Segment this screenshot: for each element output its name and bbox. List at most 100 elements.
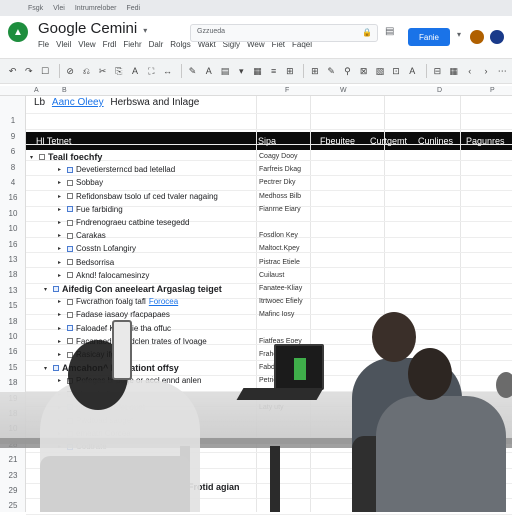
table-row[interactable]: ▾ Teall foechfy (30, 152, 102, 162)
toolbar-icon[interactable]: ⎘ (112, 66, 125, 77)
stage-cell[interactable]: Medhoss Bilb (259, 193, 301, 200)
task-checkbox[interactable] (67, 166, 73, 173)
task-checkbox[interactable] (67, 457, 73, 464)
toolbar-icon[interactable]: A (128, 66, 141, 76)
task-checkbox[interactable] (67, 417, 73, 424)
title-link[interactable]: Aanc Oleey (52, 97, 104, 108)
chevron-right-icon[interactable]: ▸ (58, 298, 64, 305)
row-number[interactable]: 10 (0, 209, 26, 218)
table-row[interactable]: ▸ emeatn Corcea (58, 429, 131, 438)
task-checkbox[interactable] (67, 404, 73, 411)
chevron-right-icon[interactable]: ▸ (58, 206, 64, 213)
chevron-right-icon[interactable]: ▸ (58, 272, 64, 279)
table-row[interactable]: ▸ Cisitsdens Fliory (58, 456, 135, 465)
chevron-right-icon[interactable]: ▸ (58, 325, 64, 332)
table-row[interactable]: ▸ Pofegas bl poge or accl ennd anlen (58, 376, 201, 385)
task-checkbox[interactable] (67, 443, 73, 450)
toolbar-icon[interactable]: ⊟ (431, 66, 444, 77)
table-row[interactable]: ▸ Fadase iasaoy rfacpapaes (58, 310, 170, 319)
row-number[interactable]: 18 (0, 270, 26, 279)
menu-item[interactable]: Vleil (56, 40, 71, 49)
toolbar-icon[interactable]: ⊠ (357, 66, 370, 77)
toolbar-icon[interactable]: ▤ (218, 66, 231, 77)
stage-cell[interactable]: Pectrer Dky (259, 179, 296, 186)
chevron-right-icon[interactable]: ▸ (58, 245, 64, 252)
table-row[interactable]: ▸ Sobbay (58, 178, 103, 187)
table-row[interactable]: ▸ Devetiersterncd bad letellad (58, 165, 175, 174)
row-number[interactable]: 15 (0, 363, 26, 372)
table-row[interactable]: ▾ Aifedig Con aneeleart Argaslag teiget (44, 284, 222, 294)
row-number[interactable]: 18 (0, 409, 26, 418)
stage-cell[interactable]: Mafinc Iosy (259, 311, 294, 318)
stage-cell[interactable]: Fosdlon Key (259, 232, 298, 239)
share-button[interactable]: Fanie (408, 28, 450, 46)
table-row[interactable]: ▸ Rasicay ifgs (58, 350, 119, 359)
task-checkbox[interactable] (67, 470, 73, 477)
toolbar-icon[interactable]: ⊞ (308, 66, 321, 77)
task-checkbox[interactable] (67, 245, 73, 252)
table-row[interactable]: ▾ Frotid agian (170, 482, 240, 492)
chevron-right-icon[interactable]: ▸ (58, 219, 64, 226)
chrome-item[interactable]: Fedi (127, 5, 141, 12)
chevron-right-icon[interactable]: ▸ (58, 179, 64, 186)
row-number[interactable]: 4 (0, 178, 26, 187)
toolbar-icon[interactable]: ↶ (6, 66, 19, 77)
task-link[interactable]: Forocea (149, 297, 178, 306)
row-number[interactable]: 8 (0, 163, 26, 172)
task-checkbox[interactable] (53, 286, 59, 292)
chevron-right-icon[interactable]: ▸ (58, 232, 64, 239)
table-row[interactable]: ▸ Faraihwlan Oiey (58, 469, 134, 478)
chevron-down-icon[interactable]: ▾ (30, 154, 36, 161)
toolbar-icon[interactable]: ↔ (161, 66, 174, 76)
chevron-right-icon[interactable]: ▸ (58, 443, 64, 450)
chrome-item[interactable]: Fsgk (28, 5, 43, 12)
toolbar-icon[interactable]: ✎ (325, 66, 338, 77)
chrome-item[interactable]: Intrumrelober (75, 5, 117, 12)
toolbar-icon[interactable]: ≡ (267, 66, 280, 76)
task-checkbox[interactable] (67, 377, 73, 384)
task-checkbox[interactable] (67, 311, 73, 318)
row-number[interactable]: 29 (0, 486, 26, 495)
stage-cell[interactable]: Cuilaust (259, 272, 284, 279)
task-checkbox[interactable] (67, 259, 73, 266)
chevron-down-icon[interactable]: ▾ (170, 484, 176, 491)
toolbar-icon[interactable]: ▦ (251, 66, 264, 77)
row-number[interactable]: 10 (0, 424, 26, 433)
table-row[interactable]: ▸ Fue farbiding (58, 205, 123, 214)
toolbar-icon[interactable]: ▦ (447, 66, 460, 77)
row-number[interactable]: 13 (0, 255, 26, 264)
row-number[interactable]: 16 (0, 347, 26, 356)
menu-item[interactable]: Fiehr (123, 40, 141, 49)
table-row[interactable]: ▸ Codtrate (58, 442, 107, 451)
menu-item[interactable]: Frdl (103, 40, 117, 49)
stage-cell[interactable]: Fartdos Bley (259, 391, 298, 398)
menu-item[interactable]: Dalr (149, 40, 164, 49)
toolbar-icon[interactable]: ‹ (463, 66, 476, 76)
column-header[interactable]: F (285, 87, 289, 94)
stage-cell[interactable]: Maltoct.Kpey (259, 245, 299, 252)
chevron-right-icon[interactable]: ▸ (58, 193, 64, 200)
chrome-item[interactable]: Vlei (53, 5, 65, 12)
avatar[interactable] (490, 30, 504, 44)
row-number[interactable]: 16 (0, 193, 26, 202)
toolbar-icon[interactable]: ⛶ (145, 66, 158, 77)
search-input[interactable]: Gzzueda 🔒 (190, 24, 378, 42)
table-row[interactable]: ▸ Bedsorrisa (58, 258, 114, 267)
chevron-down-icon[interactable]: ▾ (457, 30, 461, 39)
row-number[interactable]: 16 (0, 240, 26, 249)
task-checkbox[interactable] (67, 351, 73, 358)
toolbar-icon[interactable]: ⊡ (389, 66, 402, 77)
chevron-right-icon[interactable]: ▸ (58, 166, 64, 173)
chevron-right-icon[interactable]: ▸ (58, 351, 64, 358)
toolbar-icon[interactable]: ▧ (373, 66, 386, 77)
chevron-right-icon[interactable]: ▸ (58, 470, 64, 477)
stage-cell[interactable]: Fabdian Elfay (259, 364, 302, 371)
stage-cell[interactable]: Itrtwoec Efiely (259, 298, 303, 305)
stage-cell[interactable]: Coagy Dooy (259, 153, 298, 160)
toolbar-icon[interactable]: ✂ (96, 66, 109, 77)
table-row[interactable]: ▸ Fwcrathon foalg tafl Forocea (58, 297, 178, 306)
sheets-logo-icon[interactable]: ▲ (8, 22, 28, 42)
task-checkbox[interactable] (67, 272, 73, 279)
toolbar-icon[interactable]: ↷ (22, 66, 35, 77)
table-row[interactable]: ▸ eimpslodloom (58, 390, 125, 399)
